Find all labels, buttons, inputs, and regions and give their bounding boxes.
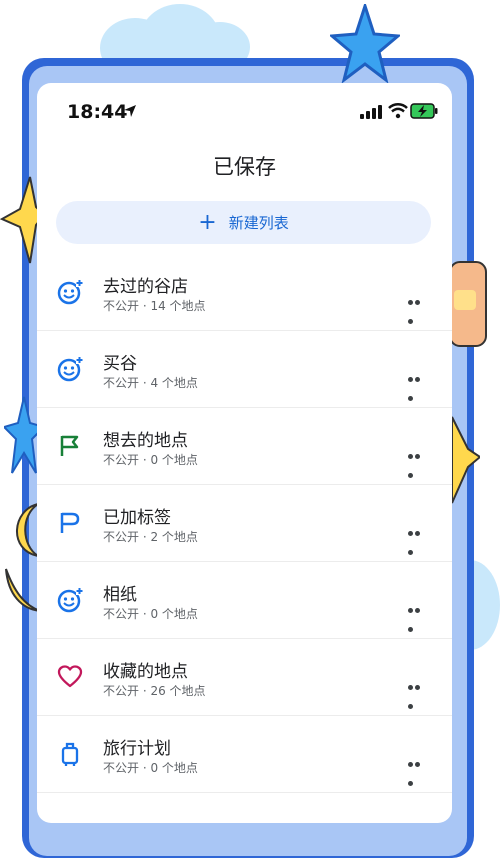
list-title: 已加标签 [103,508,171,528]
new-list-label: 新建列表 [228,214,289,232]
more-options-icon[interactable] [408,444,428,478]
label-flag-icon [60,512,80,533]
list-title: 相纸 [103,585,137,605]
cellular-signal-icon [360,105,382,119]
smiley-plus-icon [57,279,83,305]
more-options-icon[interactable] [408,367,428,401]
list-title: 想去的地点 [103,431,188,451]
more-options-icon[interactable] [408,598,428,632]
list-title: 买谷 [103,354,137,374]
new-list-button[interactable]: + 新建列表 [56,201,431,244]
list-item[interactable]: 旅行计划 不公开 · 0 个地点 [37,716,452,793]
list-item[interactable]: 相纸 不公开 · 0 个地点 [37,562,452,639]
list-subtitle: 不公开 · 2 个地点 [103,530,198,544]
list-item[interactable]: 买谷 不公开 · 4 个地点 [37,331,452,408]
more-options-icon[interactable] [408,675,428,709]
list-item[interactable]: 收藏的地点 不公开 · 26 个地点 [37,639,452,716]
status-bar: 18:44 [37,83,452,139]
moon-icon [5,568,41,612]
green-flag-icon [60,435,79,456]
list-subtitle: 不公开 · 26 个地点 [103,684,206,698]
list-title: 收藏的地点 [103,662,188,682]
list-subtitle: 不公开 · 4 个地点 [103,376,198,390]
list-subtitle: 不公开 · 0 个地点 [103,607,198,621]
heart-icon [57,665,83,688]
list-subtitle: 不公开 · 14 个地点 [103,299,206,313]
page-title: 已保存 [213,155,276,179]
list-title: 旅行计划 [103,739,171,759]
plus-icon: + [198,209,217,235]
list-item[interactable]: 去过的谷店 不公开 · 14 个地点 [37,254,452,331]
list-item[interactable]: 已加标签 不公开 · 2 个地点 [37,485,452,562]
list-item[interactable]: 想去的地点 不公开 · 0 个地点 [37,408,452,485]
saved-lists: 去过的谷店 不公开 · 14 个地点 买谷 不公开 · 4 个地点 想去的地点 … [37,254,452,793]
list-subtitle: 不公开 · 0 个地点 [103,761,198,775]
more-options-icon[interactable] [408,290,428,324]
blue-star-icon [330,4,400,84]
smiley-plus-icon [57,587,83,613]
smiley-plus-icon [57,356,83,382]
yellow-star-icon [451,416,480,504]
moon-icon [16,503,39,557]
phone-screen: 18:44 已保存 + 新建列表 去过的谷店 不公开 · 14 个地点 买谷 不… [37,83,452,823]
more-options-icon[interactable] [408,521,428,555]
location-arrow-icon [124,105,136,117]
status-time: 18:44 [67,101,128,123]
more-options-icon[interactable] [408,752,428,786]
wifi-icon [388,103,408,119]
suitcase-icon [61,742,79,766]
list-subtitle: 不公开 · 0 个地点 [103,453,198,467]
battery-charging-icon [410,103,438,119]
sticker-tag-icon [449,261,487,347]
list-title: 去过的谷店 [103,277,188,297]
